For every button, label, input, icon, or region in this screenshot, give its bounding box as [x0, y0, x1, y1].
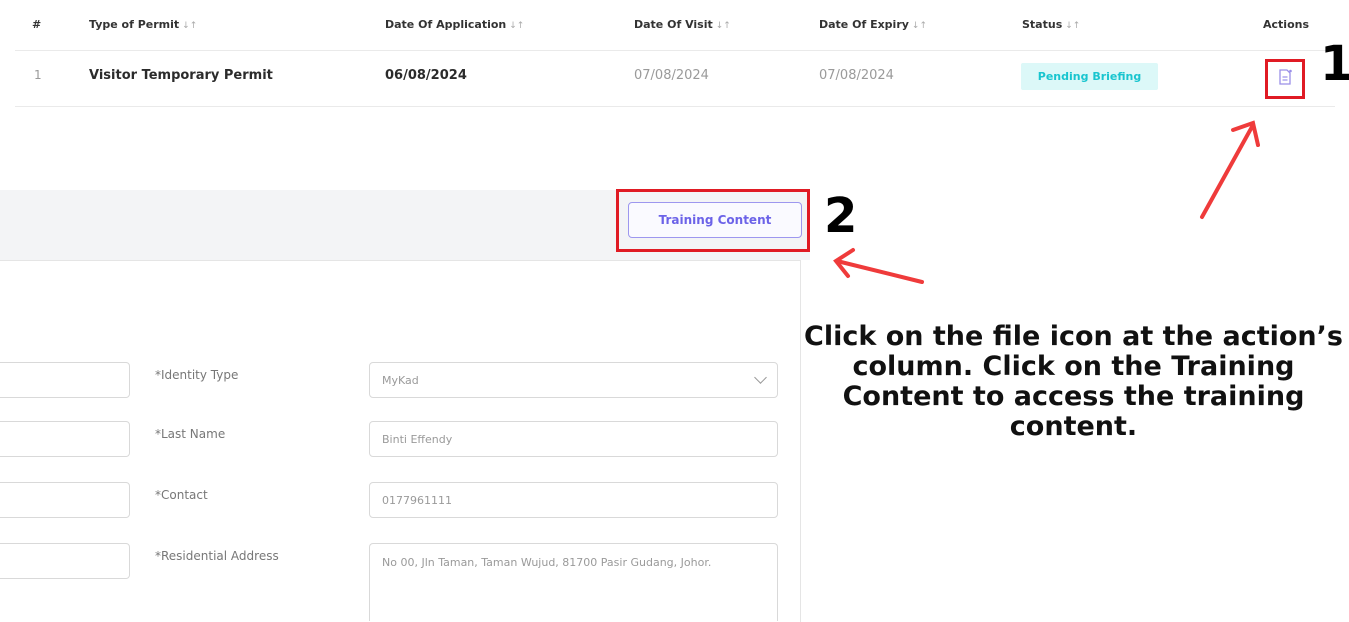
- arrow-2: [833, 248, 924, 284]
- annotation-arrows: [833, 120, 1260, 284]
- arrow-1: [1200, 120, 1260, 219]
- instruction-text: Click on the file icon at the action’s c…: [804, 321, 1343, 442]
